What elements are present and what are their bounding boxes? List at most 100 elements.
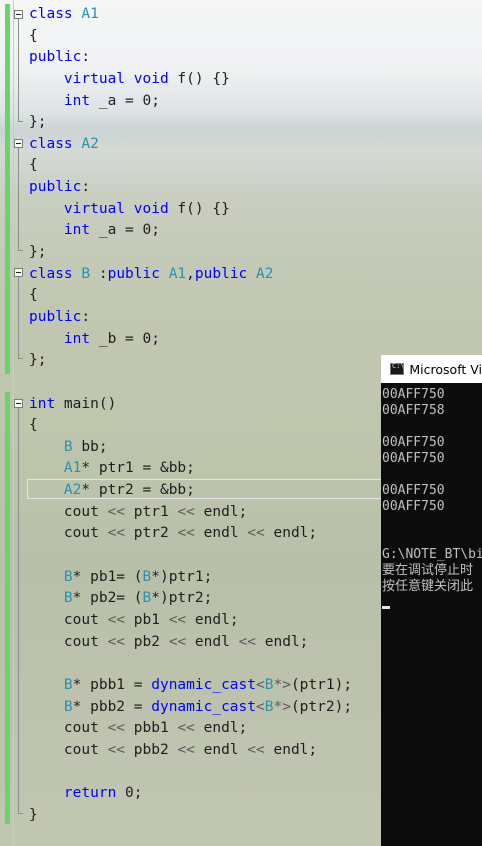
code-line[interactable]: { [29,155,352,177]
code-line[interactable]: virtual void f() {} [29,199,352,221]
code-token: class [29,6,82,22]
code-line[interactable]: B* pb1= (B*)ptr1; [29,567,352,589]
code-token: void [133,70,178,87]
code-line[interactable]: }; [29,112,352,134]
code-token: endl [194,741,248,758]
code-token: << [107,611,126,628]
code-token: cout [29,720,108,737]
code-token: B [142,590,152,607]
code-token: * pbb2 = [72,698,152,715]
console-output: 00AFF750 00AFF758 00AFF750 00AFF750 00AFF750… [381,383,482,611]
console-window[interactable]: Microsoft Vi 00AFF75000AFF75800AFF75000A… [381,355,482,846]
code-token: pb2 [125,633,169,650]
code-line[interactable]: int _a = 0; [29,91,352,113]
code-line[interactable]: return 0; [29,783,352,805]
code-line[interactable]: { [29,415,352,437]
fold-guide-end [18,813,23,814]
code-token: << [177,741,195,758]
code-token: << [238,633,257,650]
code-token: void [133,200,178,217]
code-line[interactable]: class A2 [29,134,352,156]
code-token: cout [29,503,108,520]
code-line[interactable]: } [29,805,352,827]
code-token: *)ptr2; [151,590,213,607]
code-token: endl; [194,503,248,520]
code-token: public [29,308,82,325]
code-token: << [107,633,126,650]
fold-guide-end [18,250,23,251]
code-token: * pb2= ( [72,590,143,607]
code-line[interactable]: { [29,285,352,307]
code-token: B [63,676,73,693]
console-line: 要在调试停止时 [382,563,474,578]
code-token: << [107,525,126,542]
code-token: A2 [81,135,99,152]
code-token: (ptr1); [290,676,353,693]
code-token: 0; [125,785,143,802]
code-token: pbb1 [125,720,178,737]
code-token: (ptr2); [290,698,353,715]
code-token: *> [273,676,291,693]
code-line[interactable] [29,761,352,783]
code-line[interactable]: cout << ptr1 << endl; [29,502,352,524]
code-line[interactable]: }; [29,350,352,372]
code-line[interactable]: cout << pb1 << endl; [29,610,352,632]
code-line[interactable]: A2* ptr2 = &bb; [29,480,352,502]
code-line[interactable]: cout << pbb2 << endl << endl; [29,740,352,762]
code-line[interactable] [29,545,352,567]
console-cursor-line [382,595,482,611]
code-line[interactable]: B* pbb1 = dynamic_cast<B*>(ptr1); [29,675,352,697]
console-title-bar[interactable]: Microsoft Vi [381,355,482,383]
code-token: endl; [186,611,239,628]
code-token: *> [273,698,291,715]
console-line: 00AFF750 [382,499,445,514]
code-token: cout [29,611,108,628]
collapse-class-a1-icon[interactable] [14,10,23,19]
code-line[interactable]: public: [29,307,352,329]
code-token: , [186,265,195,282]
code-line[interactable]: class A1 [29,4,352,26]
code-line[interactable]: public: [29,47,352,69]
code-token: endl; [264,741,318,758]
code-line[interactable]: cout << pb2 << endl << endl; [29,632,352,654]
code-line[interactable]: virtual void f() {} [29,69,352,91]
code-line[interactable]: int _b = 0; [29,329,352,351]
code-line[interactable] [29,372,352,394]
code-token: B [81,265,91,282]
collapse-class-a2-icon[interactable] [14,139,23,148]
code-line[interactable]: class B :public A1,public A2 [29,264,352,286]
code-token: int [29,222,99,239]
code-token: B [63,698,73,715]
collapse-main-icon[interactable] [14,399,23,408]
code-token: }; [29,244,47,261]
source-code[interactable]: class A1{public: virtual void f() {} int… [29,4,352,826]
console-line: 00AFF750 [382,387,445,402]
code-line[interactable]: }; [29,242,352,264]
code-line[interactable]: int _a = 0; [29,220,352,242]
code-line[interactable]: cout << pbb1 << endl; [29,718,352,740]
code-line[interactable]: int main() [29,394,352,416]
code-token: }; [29,352,47,369]
code-token: _a = 0; [98,92,160,109]
code-line[interactable]: B* pbb2 = dynamic_cast<B*>(ptr2); [29,697,352,719]
code-token: _a = 0; [98,222,160,239]
code-token: bb; [72,438,108,455]
code-line[interactable]: B* pb2= (B*)ptr2; [29,588,352,610]
code-token: : [81,308,91,325]
code-line[interactable]: { [29,26,352,48]
code-line[interactable] [29,653,352,675]
code-token: < [256,676,265,693]
collapse-class-b-icon[interactable] [14,268,23,277]
code-line[interactable]: A1* ptr1 = &bb; [29,458,352,480]
code-line[interactable]: B bb; [29,437,352,459]
code-token: class [29,135,82,152]
code-token: virtual [29,200,134,217]
code-line[interactable]: public: [29,177,352,199]
code-line[interactable]: cout << ptr2 << endl << endl; [29,523,352,545]
